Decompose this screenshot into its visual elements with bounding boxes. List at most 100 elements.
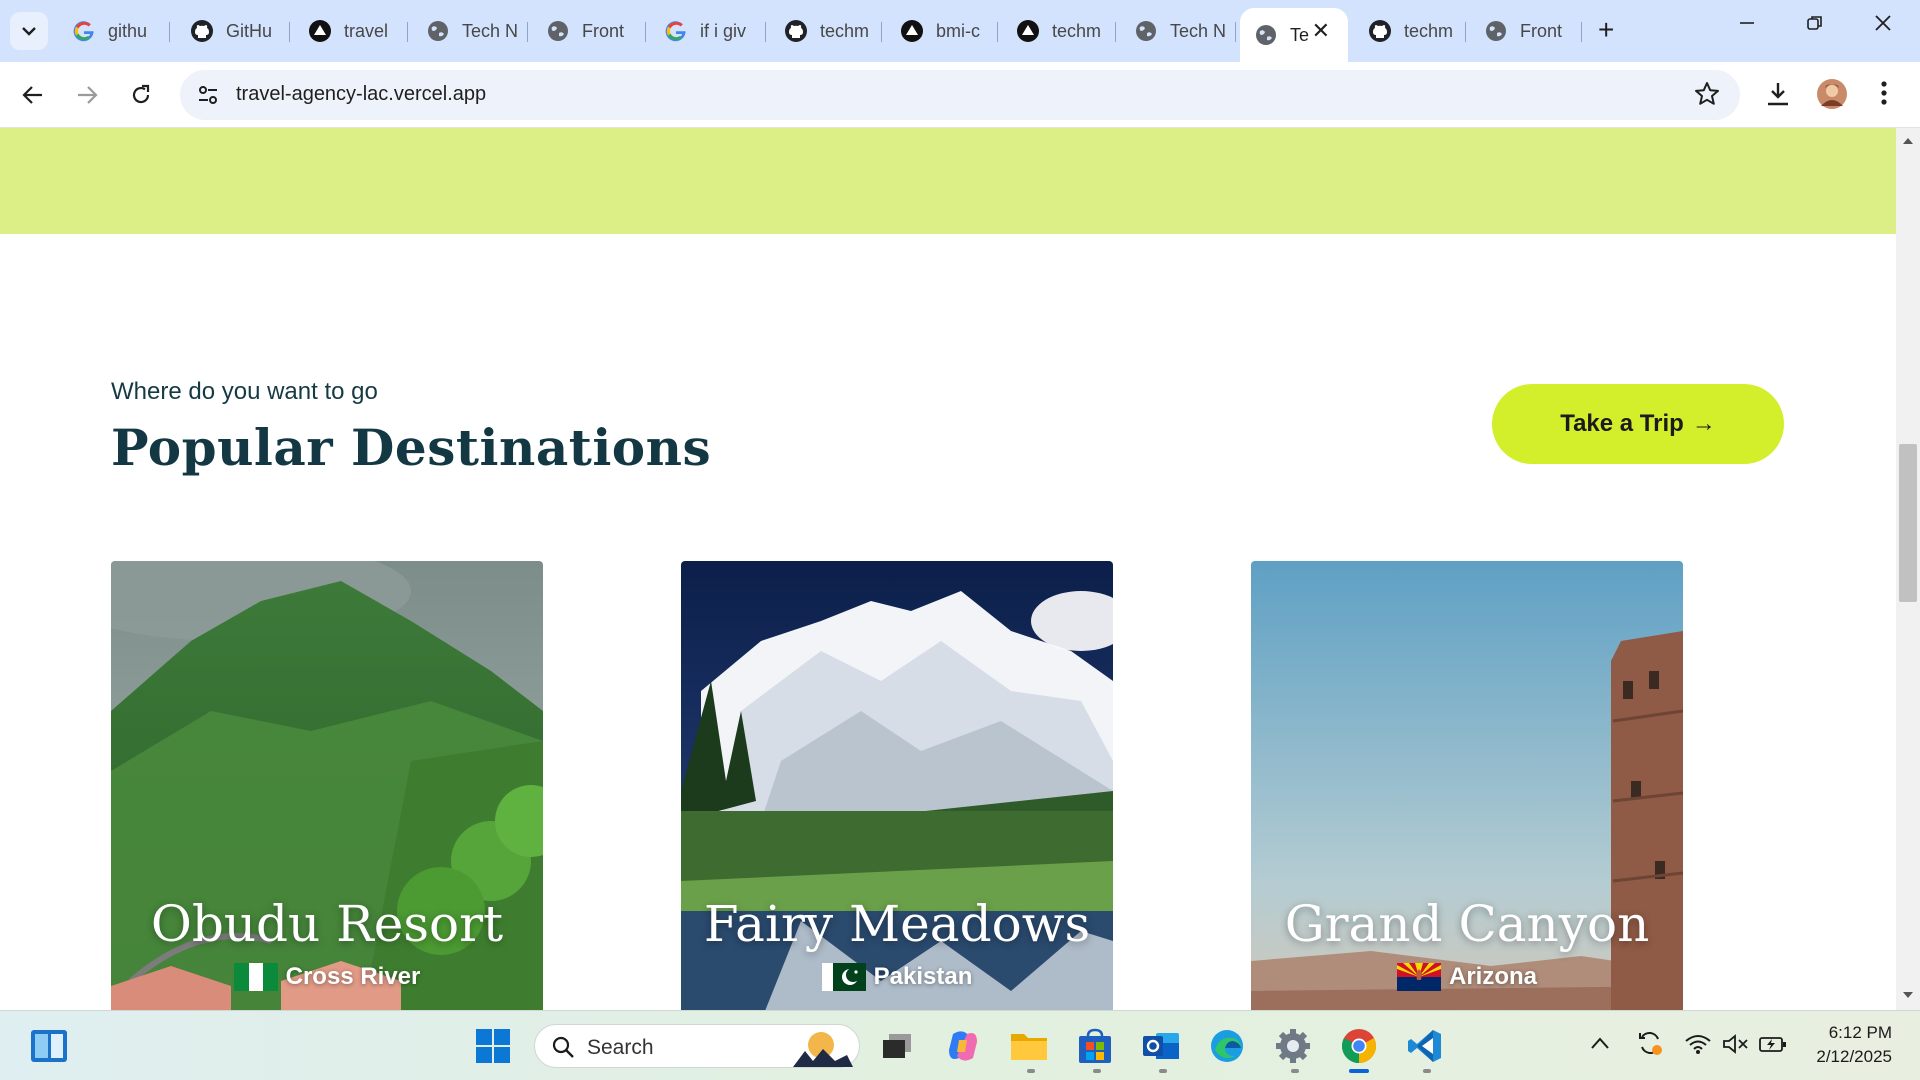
- nigeria-flag-icon: [233, 963, 278, 991]
- task-view-icon[interactable]: [876, 1025, 918, 1067]
- globe-icon: [1254, 23, 1278, 47]
- running-indicator: [1159, 1069, 1167, 1073]
- globe-icon: [1134, 19, 1158, 43]
- tab-separator: [1581, 22, 1582, 42]
- destination-card-fairy-meadows[interactable]: Fairy Meadows Pakistan: [681, 561, 1113, 1010]
- browser-tab[interactable]: bmi-c: [886, 8, 998, 54]
- site-settings-icon[interactable]: [196, 83, 220, 112]
- widgets-icon[interactable]: [28, 1025, 70, 1067]
- settings-gear-icon[interactable]: [1272, 1025, 1314, 1067]
- tab-separator: [1115, 22, 1116, 42]
- running-indicator: [1027, 1069, 1035, 1073]
- github-icon: [1368, 19, 1392, 43]
- scroll-up-arrow-icon[interactable]: [1903, 138, 1913, 144]
- system-clock[interactable]: 6:12 PM 2/12/2025: [1806, 1021, 1892, 1069]
- card-location-text: Pakistan: [873, 963, 973, 990]
- browser-tab[interactable]: techm: [1354, 8, 1466, 54]
- section-subtitle: Where do you want to go: [111, 378, 378, 405]
- take-a-trip-button[interactable]: Take a Trip →: [1492, 384, 1784, 464]
- windows-taskbar: Search 6:12 PM 2/12/2025: [0, 1010, 1920, 1080]
- profile-avatar[interactable]: [1816, 78, 1848, 115]
- taskbar-search-box[interactable]: Search: [534, 1024, 860, 1068]
- tab-label: techm: [1052, 20, 1102, 41]
- battery-charging-icon[interactable]: [1758, 1033, 1788, 1061]
- search-icon: [552, 1036, 574, 1058]
- reload-icon: [132, 84, 150, 104]
- vercel-icon: [308, 19, 332, 43]
- tab-label: techm: [820, 20, 870, 41]
- active-app-indicator: [1349, 1069, 1369, 1073]
- card-location-text: Cross River: [285, 963, 421, 990]
- page-scrollbar[interactable]: [1896, 128, 1920, 1010]
- tab-separator: [997, 22, 998, 42]
- edge-icon[interactable]: [1206, 1025, 1248, 1067]
- arizona-flag-icon: [1396, 963, 1441, 991]
- tab-label: Tech N: [462, 20, 519, 41]
- section-title: Popular Destinations: [111, 418, 712, 477]
- tab-strip: githu GitHu travel Tech N Front if i giv techm…: [0, 0, 1920, 62]
- browser-tab[interactable]: techm: [1002, 8, 1116, 54]
- card-title: Fairy Meadows: [703, 895, 1091, 953]
- destination-card-obudu[interactable]: Obudu Resort Cross River: [111, 561, 543, 1010]
- outlook-icon[interactable]: [1140, 1025, 1182, 1067]
- tab-label: Front: [1520, 20, 1563, 41]
- tab-search-button[interactable]: [10, 12, 48, 50]
- card-location: Pakistan: [681, 963, 1113, 991]
- browser-toolbar: travel-agency-lac.vercel.app: [0, 62, 1920, 128]
- new-tab-button[interactable]: +: [1598, 14, 1614, 46]
- tab-separator: [881, 22, 882, 42]
- start-windows-icon[interactable]: [472, 1025, 514, 1067]
- volume-muted-icon[interactable]: [1722, 1033, 1750, 1061]
- browser-tab[interactable]: Te ✕: [1240, 8, 1348, 62]
- wifi-icon[interactable]: [1684, 1033, 1712, 1061]
- browser-tab[interactable]: travel: [294, 8, 408, 54]
- vercel-icon: [900, 19, 924, 43]
- close-icon: [1875, 15, 1891, 31]
- browser-tab[interactable]: Front: [532, 8, 646, 54]
- card-location: Cross River: [111, 963, 543, 991]
- sync-status-icon[interactable]: [1636, 1029, 1664, 1063]
- reload-button[interactable]: [124, 78, 158, 112]
- forward-button[interactable]: [70, 78, 104, 112]
- more-menu-icon[interactable]: [1880, 80, 1888, 111]
- tab-separator: [765, 22, 766, 42]
- download-icon[interactable]: [1764, 80, 1792, 113]
- tab-label: githu: [108, 20, 148, 41]
- scroll-thumb[interactable]: [1899, 444, 1917, 602]
- tab-label: Tech N: [1170, 20, 1227, 41]
- destination-card-grand-canyon[interactable]: Grand Canyon Arizona: [1251, 561, 1683, 1010]
- file-explorer-icon[interactable]: [1008, 1025, 1050, 1067]
- vscode-icon[interactable]: [1404, 1025, 1446, 1067]
- clock-time: 6:12 PM: [1828, 1023, 1892, 1042]
- tab-label: travel: [344, 20, 389, 41]
- url-text[interactable]: travel-agency-lac.vercel.app: [236, 83, 486, 106]
- close-tab-icon[interactable]: ✕: [1312, 18, 1330, 44]
- taskbar-search-label: Search: [587, 1036, 654, 1059]
- address-bar[interactable]: travel-agency-lac.vercel.app: [180, 70, 1740, 120]
- microsoft-store-icon[interactable]: [1074, 1025, 1116, 1067]
- minimize-button[interactable]: [1738, 14, 1756, 38]
- scroll-down-arrow-icon[interactable]: [1903, 992, 1913, 998]
- tab-separator: [645, 22, 646, 42]
- vercel-icon: [1016, 19, 1040, 43]
- back-button[interactable]: [16, 78, 50, 112]
- copilot-icon[interactable]: [942, 1025, 984, 1067]
- browser-tab[interactable]: techm: [770, 8, 882, 54]
- close-window-button[interactable]: [1874, 14, 1892, 38]
- browser-tab[interactable]: Tech N: [1120, 8, 1236, 54]
- browser-tab[interactable]: githu: [58, 8, 170, 54]
- restore-button[interactable]: [1806, 14, 1824, 38]
- bookmark-star-icon[interactable]: [1694, 81, 1720, 112]
- chevron-down-icon: [22, 27, 36, 36]
- arrow-right-icon: →: [1691, 410, 1716, 437]
- show-hidden-icons-chevron-icon[interactable]: [1590, 1033, 1610, 1056]
- running-indicator: [1291, 1069, 1299, 1073]
- tab-label: techm: [1404, 20, 1454, 41]
- chrome-icon[interactable]: [1338, 1025, 1380, 1067]
- browser-tab[interactable]: GitHu: [176, 8, 290, 54]
- browser-tab[interactable]: if i giv: [650, 8, 766, 54]
- card-title: Obudu Resort: [150, 895, 504, 953]
- card-location-text: Arizona: [1448, 963, 1537, 990]
- browser-tab[interactable]: Front: [1470, 8, 1582, 54]
- browser-tab[interactable]: Tech N: [412, 8, 528, 54]
